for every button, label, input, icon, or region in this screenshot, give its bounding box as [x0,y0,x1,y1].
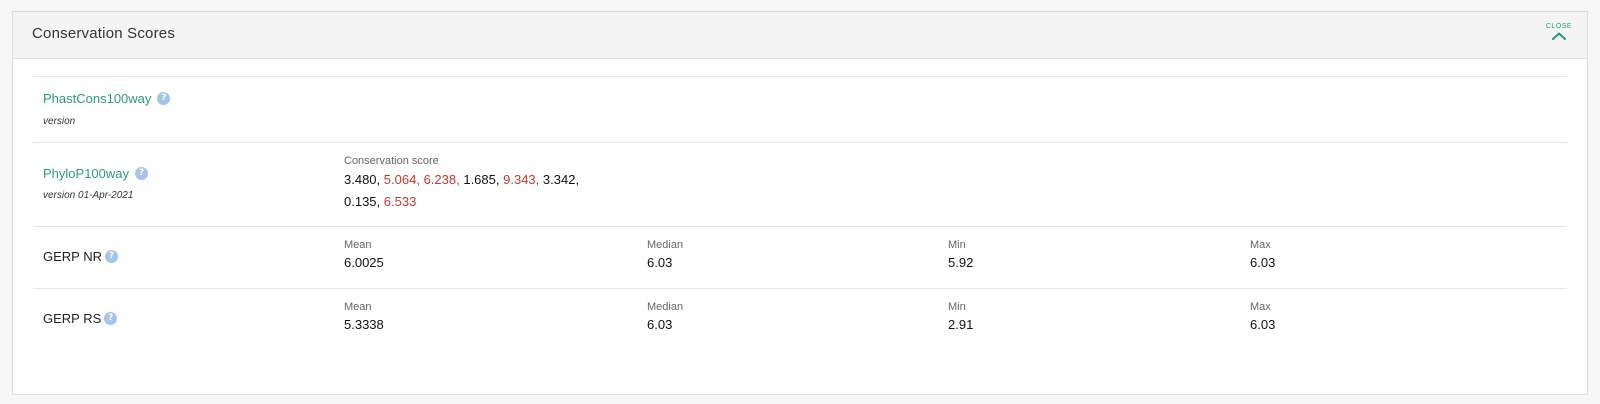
conservation-rows: PhastCons100way ? version PhyloP100way ?… [33,76,1567,350]
stat-value: 5.92 [948,255,974,270]
help-icon[interactable]: ? [157,92,171,105]
help-icon[interactable]: ? [135,167,148,180]
phastcons-version: version [43,116,76,127]
stat-value: 6.03 [1250,255,1276,270]
stat-label: Max [1250,239,1271,251]
gerp-nr-min: Min 5.92 [948,239,973,270]
phastcons-link[interactable]: PhastCons100way [43,91,151,106]
stat-label: Median [647,301,684,313]
gerp-nr-row: GERP NR ? Mean 6.0025 Median 6.03 Min 5.… [33,226,1567,288]
stat-value: 5.3338 [344,317,384,332]
stat-label: Mean [344,301,372,313]
conservation-score-value: 6.533 [383,194,417,209]
phylop-row: PhyloP100way ? version 01-Apr-2021 Conse… [33,142,1567,226]
stat-value: 6.03 [647,317,673,332]
conservation-scores-panel: Conservation Scores CLOSE PhastCons100wa… [12,11,1588,395]
phylop-version: version 01-Apr-2021 [43,190,134,201]
stat-value: 6.0025 [344,255,384,270]
stat-label: Min [948,301,966,313]
gerp-rs-min: Min 2.91 [948,301,973,332]
stat-value: 2.91 [948,317,974,332]
gerp-rs-label: GERP RS [43,311,102,326]
gerp-nr-median: Median 6.03 [647,239,683,270]
help-icon[interactable]: ? [104,312,118,325]
conservation-score-value: 0.135, [344,194,381,209]
stat-label: Min [948,239,966,251]
gerp-rs-max: Max 6.03 [1250,301,1275,332]
phastcons-row: PhastCons100way ? version [33,76,1567,142]
conservation-score-value: 9.343, [503,172,540,187]
conservation-score-value: 1.685, [463,172,500,187]
conservation-score-label: Conservation score [344,155,439,167]
conservation-score-value: 3.480, [344,172,381,187]
close-button[interactable]: CLOSE [1545,23,1573,45]
conservation-score-list: 3.480, 5.064, 6.238, 1.685, 9.343, 3.342… [344,169,614,213]
stat-label: Median [647,239,684,251]
panel-title: Conservation Scores [32,25,176,42]
conservation-score-value: 6.238, [423,172,460,187]
phylop-link[interactable]: PhyloP100way [43,166,129,181]
panel-header: Conservation Scores CLOSE [13,12,1587,59]
phylop-score-block: Conservation score 3.480, 5.064, 6.238, … [344,155,614,213]
stat-label: Mean [344,239,372,251]
gerp-rs-row: GERP RS ? Mean 5.3338 Median 6.03 Min 2.… [33,288,1567,350]
stat-value: 6.03 [647,255,673,270]
gerp-nr-max: Max 6.03 [1250,239,1275,270]
stat-value: 6.03 [1250,317,1276,332]
chevron-up-icon [1552,32,1566,40]
conservation-score-value: 5.064, [383,172,420,187]
gerp-nr-label: GERP NR [43,249,102,264]
help-icon[interactable]: ? [105,250,118,263]
gerp-nr-mean: Mean 6.0025 [344,239,384,270]
conservation-score-value: 3.342, [542,172,580,187]
stat-label: Max [1250,301,1271,313]
gerp-rs-median: Median 6.03 [647,301,683,332]
gerp-rs-mean: Mean 5.3338 [344,301,384,332]
close-label: CLOSE [1545,23,1573,30]
